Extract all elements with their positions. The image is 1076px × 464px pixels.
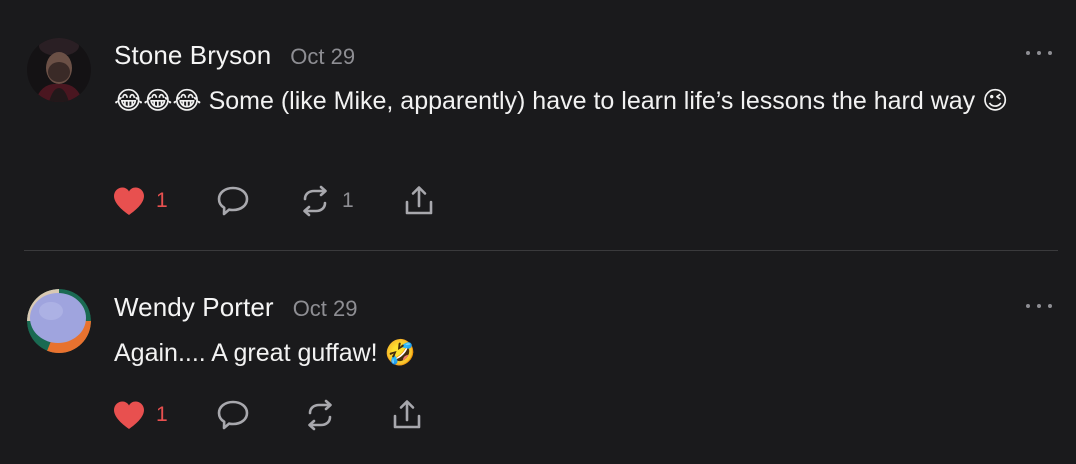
restack-button[interactable]: 1 (298, 184, 354, 218)
share-button[interactable] (390, 398, 424, 432)
share-icon (405, 186, 433, 215)
comment-bubble-icon (217, 186, 249, 216)
more-horizontal-icon (1026, 51, 1030, 55)
reply-button[interactable] (216, 184, 250, 218)
heart-icon (114, 187, 144, 215)
restack-icon (308, 399, 332, 431)
comment-date[interactable]: Oct 29 (293, 296, 358, 322)
comment-body: 😂😂😂 Some (like Mike, apparently) have to… (114, 87, 1009, 115)
more-horizontal-icon (1026, 304, 1030, 308)
like-button[interactable]: 1 (112, 184, 168, 218)
avatar[interactable] (27, 38, 91, 102)
divider (24, 250, 1058, 251)
comment-body: Again.... A great guffaw! 🤣 (114, 339, 416, 367)
like-button[interactable]: 1 (112, 398, 168, 432)
reply-button[interactable] (216, 398, 250, 432)
more-options-button[interactable] (1026, 49, 1052, 57)
author-name[interactable]: Stone Bryson (114, 40, 271, 71)
comment-header: Wendy Porter Oct 29 (114, 292, 358, 323)
avatar[interactable] (27, 289, 91, 353)
like-count: 1 (156, 189, 168, 212)
heart-icon (114, 401, 144, 429)
restack-button[interactable] (303, 398, 337, 432)
comment: Stone Bryson Oct 29 😂😂😂 Some (like Mike,… (0, 0, 1076, 250)
restack-icon (303, 185, 327, 217)
like-count: 1 (156, 403, 168, 426)
more-options-button[interactable] (1026, 302, 1052, 310)
comment: Wendy Porter Oct 29 Again.... A great gu… (0, 252, 1076, 464)
share-button[interactable] (402, 184, 436, 218)
comment-header: Stone Bryson Oct 29 (114, 40, 355, 71)
share-icon (393, 400, 421, 429)
comment-bubble-icon (217, 400, 249, 430)
restack-count: 1 (342, 189, 354, 212)
comment-date[interactable]: Oct 29 (290, 44, 355, 70)
author-name[interactable]: Wendy Porter (114, 292, 274, 323)
